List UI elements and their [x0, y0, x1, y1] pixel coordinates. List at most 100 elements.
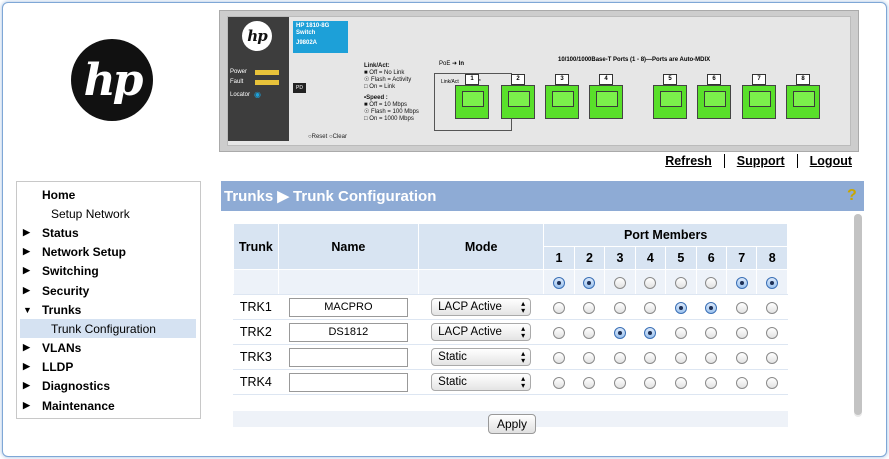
port-radio-trk4-2[interactable] — [583, 376, 596, 389]
reset-clear-labels: ○Reset ○Clear — [308, 134, 347, 140]
header-port-7: 7 — [725, 246, 758, 270]
port-radio-none-7[interactable] — [735, 276, 748, 289]
port-radio-trk4-3[interactable] — [613, 376, 626, 389]
expand-arrow-icon: ▶ — [23, 246, 30, 256]
port-radio-trk4-1[interactable] — [553, 376, 565, 389]
sidebar-item-security[interactable]: ▶ Security — [17, 281, 200, 300]
sidebar-item-status[interactable]: ▶ Status — [17, 223, 200, 242]
port-radio-trk3-8[interactable] — [766, 351, 779, 364]
sidebar-item-maintenance[interactable]: ▶ Maintenance — [17, 396, 200, 415]
sidebar-item-diagnostics[interactable]: ▶ Diagnostics — [17, 376, 200, 395]
port-radio-trk3-3[interactable] — [613, 351, 626, 364]
port-radio-trk2-2[interactable] — [583, 326, 596, 339]
trunk-mode-select[interactable]: Static ▴ ▾ — [431, 373, 532, 391]
support-link[interactable]: Support — [737, 154, 785, 168]
port-radio-trk1-6[interactable] — [705, 301, 718, 314]
ports-title: 10/100/1000Base-T Ports (1 - 8)—Ports ar… — [558, 57, 711, 63]
content-area: Trunks ▶ Trunk Configuration ? Trunk Nam… — [221, 181, 864, 434]
trunk-id: TRK3 — [233, 344, 279, 370]
port-radio-trk1-5[interactable] — [674, 301, 687, 314]
table-row: TRK3 Static ▴ ▾ — [233, 344, 788, 370]
port-radio-trk3-1[interactable] — [553, 351, 565, 364]
vertical-scrollbar[interactable] — [854, 214, 862, 417]
port-radio-trk4-6[interactable] — [705, 376, 718, 389]
port-radio-trk3-4[interactable] — [644, 351, 657, 364]
header-trunk: Trunk — [233, 223, 279, 270]
header-port-2: 2 — [573, 246, 606, 270]
port-radio-trk3-6[interactable] — [705, 351, 718, 364]
refresh-link[interactable]: Refresh — [665, 154, 712, 168]
scrollbar-thumb[interactable] — [854, 214, 862, 415]
sidebar-item-network-setup[interactable]: ▶ Network Setup — [17, 242, 200, 261]
port-radio-trk2-5[interactable] — [674, 326, 687, 339]
sidebar-item-setup-network[interactable]: Setup Network — [17, 204, 200, 223]
port-radio-none-8[interactable] — [766, 276, 779, 289]
trunk-id: TRK4 — [233, 369, 279, 395]
switch-faceplate: hp Power Fault Locator ◉ HP 1810-8G Switc… — [219, 10, 859, 152]
port-radio-none-6[interactable] — [705, 276, 718, 289]
faceplate-status-block: hp Power Fault Locator ◉ — [228, 17, 289, 141]
expand-arrow-icon: ▶ — [23, 227, 30, 237]
hp-logo: hp — [71, 39, 153, 121]
select-caret-icon: ▴ ▾ — [521, 374, 526, 390]
logout-link[interactable]: Logout — [810, 154, 852, 168]
trunk-name-input[interactable] — [288, 297, 408, 317]
sidebar-item-vlans[interactable]: ▶ VLANs — [17, 338, 200, 357]
port-radio-trk4-5[interactable] — [674, 376, 687, 389]
port-radio-trk2-7[interactable] — [735, 326, 748, 339]
port-radio-trk1-3[interactable] — [613, 301, 626, 314]
trunk-name-input[interactable] — [288, 347, 408, 367]
expand-arrow-icon: ▶ — [23, 361, 30, 371]
page-title: Trunks ▶ Trunk Configuration — [224, 188, 437, 205]
header-port-8: 8 — [756, 246, 788, 270]
port-radio-trk2-6[interactable] — [705, 326, 718, 339]
sidebar-item-home[interactable]: Home — [17, 185, 200, 204]
port-radio-none-2[interactable] — [583, 276, 596, 289]
port-radio-trk3-7[interactable] — [735, 351, 748, 364]
trunk-mode-select[interactable]: LACP Active ▴ ▾ — [431, 298, 532, 316]
help-icon[interactable]: ? — [847, 187, 860, 204]
port-radio-trk1-7[interactable] — [735, 301, 748, 314]
port-radio-trk2-8[interactable] — [766, 326, 779, 339]
port-radio-trk4-4[interactable] — [644, 376, 657, 389]
port-radio-none-5[interactable] — [674, 276, 687, 289]
port-radio-trk1-1[interactable] — [553, 301, 565, 314]
apply-button[interactable]: Apply — [488, 414, 536, 434]
sidebar-item-trunk-configuration[interactable]: Trunk Configuration — [20, 319, 196, 338]
sidebar-item-trunks[interactable]: ▼ Trunks — [17, 300, 200, 319]
table-row: TRK2 LACP Active▴ ▾ — [233, 319, 788, 345]
header-port-1: 1 — [543, 246, 575, 270]
select-caret-icon: ▴ ▾ — [521, 299, 526, 315]
port-8: 8 — [786, 74, 820, 119]
port-radio-trk1-4[interactable] — [644, 301, 657, 314]
port-radio-trk1-2[interactable] — [583, 301, 596, 314]
expand-arrow-icon: ▶ — [23, 285, 30, 295]
port-radio-none-3[interactable] — [613, 276, 626, 289]
port-radio-none-4[interactable] — [644, 276, 657, 289]
header-port-members: Port Members — [543, 223, 788, 247]
port-radio-trk4-7[interactable] — [735, 376, 748, 389]
port-radio-trk2-3[interactable] — [613, 326, 626, 339]
expand-arrow-icon: ▶ — [23, 265, 30, 275]
table-row: TRK4 Static ▴ ▾ — [233, 369, 788, 395]
port-radio-trk1-8[interactable] — [766, 301, 779, 314]
trunk-name-input[interactable] — [288, 372, 408, 392]
port-radio-trk2-4[interactable] — [644, 326, 657, 339]
port-radio-trk3-2[interactable] — [583, 351, 596, 364]
header-port-6: 6 — [695, 246, 728, 270]
port-radio-trk3-5[interactable] — [674, 351, 687, 364]
port-radio-trk2-1[interactable] — [553, 326, 565, 339]
trunk-mode-select[interactable]: Static ▴ ▾ — [431, 348, 532, 366]
trunk-id: TRK2 — [233, 319, 279, 345]
expand-arrow-icon: ▶ — [23, 342, 30, 352]
port-radio-none-1[interactable] — [553, 276, 565, 289]
fault-led: Fault — [230, 79, 280, 85]
port-3: 3 — [545, 74, 579, 119]
sidebar-item-switching[interactable]: ▶ Switching — [17, 261, 200, 280]
table-row-default — [233, 269, 788, 295]
trunk-mode-select[interactable]: LACP Active ▴ ▾ — [431, 323, 532, 341]
port-radio-trk4-8[interactable] — [766, 376, 779, 389]
trunk-name-input[interactable] — [288, 322, 408, 342]
sidebar-item-lldp[interactable]: ▶ LLDP — [17, 357, 200, 376]
header-name: Name — [277, 223, 420, 270]
